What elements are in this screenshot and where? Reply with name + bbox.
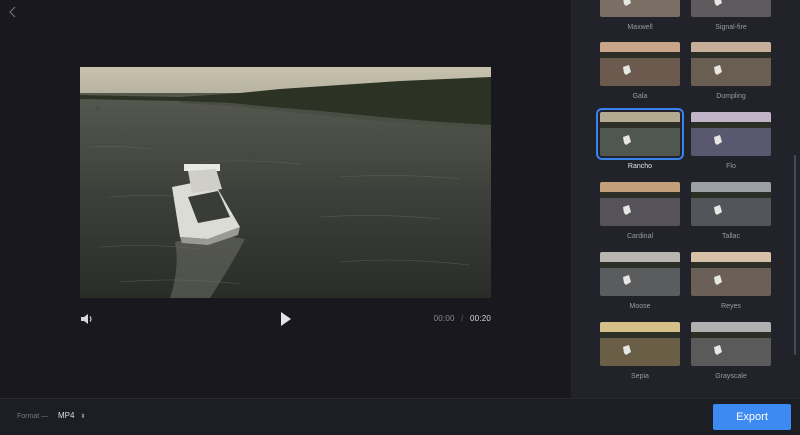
play-icon[interactable] <box>280 311 292 327</box>
filter-label: Gala <box>632 93 648 100</box>
filter-option[interactable]: Reyes <box>691 252 771 310</box>
filter-option[interactable]: Grayscale <box>691 322 771 380</box>
filter-option[interactable]: Rancho <box>596 108 684 170</box>
filter-option[interactable]: Signal-fire <box>691 0 771 31</box>
format-select[interactable]: MP4 ⬍ <box>58 411 85 420</box>
filter-thumbnail <box>596 108 684 160</box>
filter-thumbnail <box>600 252 680 296</box>
filter-option[interactable]: Dumpling <box>691 42 771 100</box>
filter-option[interactable]: Tallac <box>691 182 771 240</box>
editor-area: 00:00 / 00:20 <box>0 0 571 398</box>
filter-option[interactable]: Moose <box>600 252 680 310</box>
filter-panel[interactable]: Maxwell Signal-fire Gala Dumpling Rancho Flo C… <box>571 0 800 398</box>
bottom-bar: Format — MP4 ⬍ Export <box>0 398 800 435</box>
filter-label: Cardinal <box>626 233 654 240</box>
format-value: MP4 <box>58 411 75 420</box>
filter-thumbnail <box>600 42 680 86</box>
filter-thumbnail <box>600 0 680 17</box>
filter-label: Tallac <box>722 233 740 240</box>
time-display: 00:00 / 00:20 <box>434 314 491 323</box>
export-button[interactable]: Export <box>713 404 791 430</box>
filter-thumbnail <box>691 112 771 156</box>
filter-thumbnail <box>691 182 771 226</box>
volume-icon[interactable] <box>80 312 94 326</box>
filter-option[interactable]: Gala <box>600 42 680 100</box>
filter-label: Signal-fire <box>715 24 747 31</box>
filter-label: Rancho <box>627 163 653 170</box>
video-preview[interactable] <box>80 67 491 298</box>
filter-option[interactable]: Sepia <box>600 322 680 380</box>
filter-thumbnail <box>691 0 771 17</box>
format-label: Format — <box>17 413 49 420</box>
filter-label: Dumpling <box>716 93 746 100</box>
filter-option[interactable]: Cardinal <box>600 182 680 240</box>
filter-option[interactable]: Maxwell <box>600 0 680 31</box>
filter-label: Grayscale <box>715 373 747 380</box>
filter-thumbnail <box>691 322 771 366</box>
playback-controls: 00:00 / 00:20 <box>80 310 491 330</box>
back-arrow-icon[interactable] <box>5 4 21 20</box>
total-time: 00:20 <box>469 314 491 323</box>
filter-label: Maxwell <box>627 24 653 31</box>
filter-option[interactable]: Flo <box>691 112 771 170</box>
filter-thumbnail <box>600 322 680 366</box>
time-separator: / <box>461 314 464 323</box>
filter-thumbnail <box>691 252 771 296</box>
filter-label: Moose <box>629 303 651 310</box>
video-filter-editor: 00:00 / 00:20 Maxwell Signal-fire Gala Dump… <box>0 0 800 435</box>
filter-label: Sepia <box>631 373 649 380</box>
filter-thumbnail <box>691 42 771 86</box>
chevron-updown-icon: ⬍ <box>80 414 86 420</box>
filter-scrollbar[interactable] <box>794 155 796 355</box>
filter-label: Flo <box>726 163 736 170</box>
current-time: 00:00 <box>433 314 455 323</box>
filter-label: Reyes <box>721 303 741 310</box>
filter-thumbnail <box>600 182 680 226</box>
